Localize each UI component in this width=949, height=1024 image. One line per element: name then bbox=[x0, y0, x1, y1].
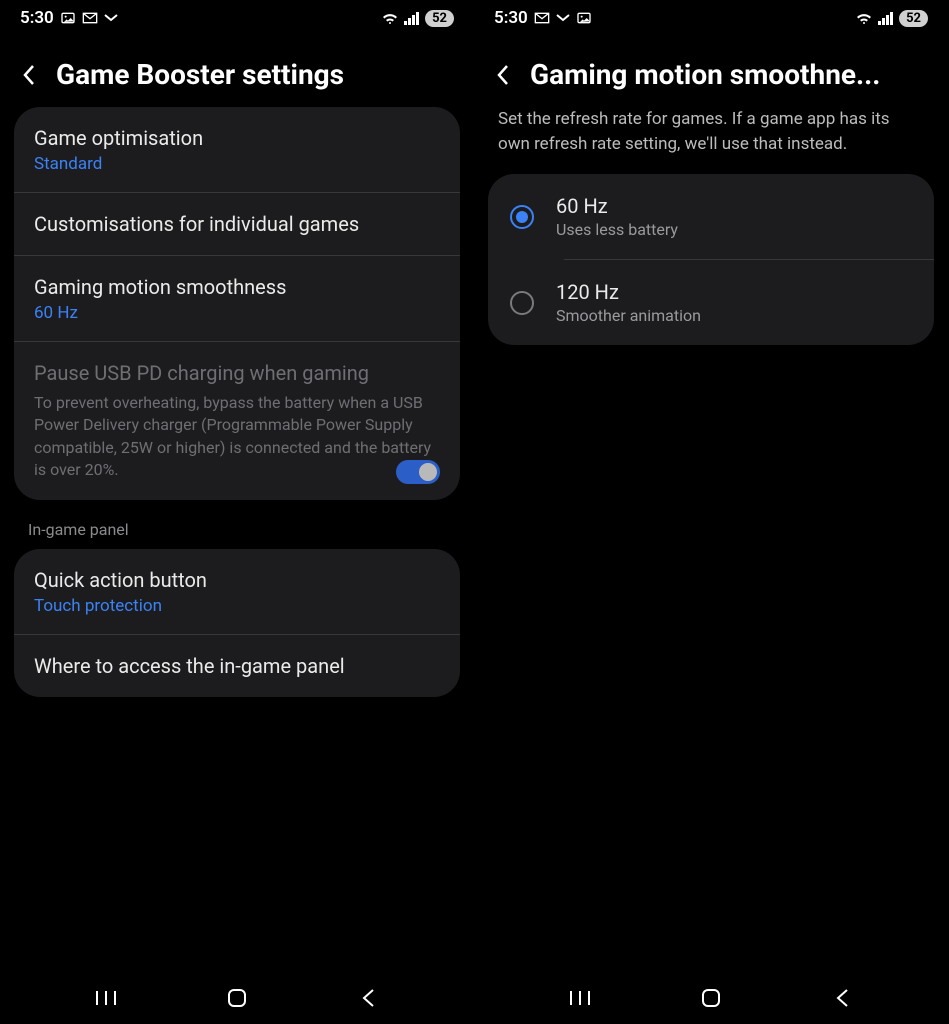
nav-home[interactable] bbox=[224, 985, 250, 1011]
radio-indicator[interactable] bbox=[510, 205, 534, 229]
row-quick-action[interactable]: Quick action button Touch protection bbox=[14, 549, 460, 635]
option-120hz[interactable]: 120 Hz Smoother animation bbox=[488, 260, 934, 345]
row-value: Touch protection bbox=[34, 596, 440, 616]
nav-bar bbox=[0, 976, 474, 1024]
page-description: Set the refresh rate for games. If a gam… bbox=[474, 107, 948, 174]
refresh-rate-card: 60 Hz Uses less battery 120 Hz Smoother … bbox=[488, 174, 934, 345]
radio-indicator[interactable] bbox=[510, 291, 534, 315]
page-header: Game Booster settings bbox=[0, 34, 474, 107]
status-time: 5:30 bbox=[20, 8, 54, 28]
status-bar: 5:30 52 bbox=[0, 0, 474, 34]
nav-back[interactable] bbox=[355, 985, 381, 1011]
more-icon bbox=[104, 14, 118, 22]
row-title: Quick action button bbox=[34, 567, 440, 593]
option-title: 60 Hz bbox=[556, 194, 678, 218]
signal-icon bbox=[404, 11, 420, 25]
back-button[interactable] bbox=[20, 66, 38, 84]
row-customisations[interactable]: Customisations for individual games bbox=[14, 193, 460, 256]
signal-icon bbox=[878, 11, 894, 25]
option-subtitle: Smoother animation bbox=[556, 306, 701, 325]
nav-back[interactable] bbox=[829, 985, 855, 1011]
row-where-access[interactable]: Where to access the in-game panel bbox=[14, 635, 460, 697]
row-title: Customisations for individual games bbox=[34, 211, 440, 237]
toggle-switch[interactable] bbox=[396, 460, 440, 484]
page-title: Gaming motion smoothne... bbox=[530, 58, 928, 91]
battery-indicator: 52 bbox=[899, 10, 928, 27]
page-title: Game Booster settings bbox=[56, 58, 454, 91]
settings-card-1: Game optimisation Standard Customisation… bbox=[14, 107, 460, 500]
phone-right: 5:30 52 Gaming motion smoothne... bbox=[474, 0, 948, 1024]
gmail-icon bbox=[82, 11, 98, 25]
page-header: Gaming motion smoothne... bbox=[474, 34, 948, 107]
image-icon bbox=[60, 10, 76, 26]
back-button[interactable] bbox=[494, 66, 512, 84]
row-title: Where to access the in-game panel bbox=[34, 653, 440, 679]
gmail-icon bbox=[534, 11, 550, 25]
row-title: Pause USB PD charging when gaming bbox=[34, 360, 440, 386]
more-icon bbox=[556, 14, 570, 22]
nav-recents[interactable] bbox=[567, 985, 593, 1011]
phone-left: 5:30 52 Game Booster settings bbox=[0, 0, 474, 1024]
section-label-ingame: In-game panel bbox=[0, 500, 474, 549]
battery-indicator: 52 bbox=[425, 10, 454, 27]
row-title: Game optimisation bbox=[34, 125, 440, 151]
row-description: To prevent overheating, bypass the batte… bbox=[34, 392, 440, 482]
row-value: Standard bbox=[34, 154, 440, 174]
image-icon bbox=[576, 10, 592, 26]
status-time: 5:30 bbox=[494, 8, 528, 28]
nav-home[interactable] bbox=[698, 985, 724, 1011]
nav-bar bbox=[474, 976, 948, 1024]
row-game-optimisation[interactable]: Game optimisation Standard bbox=[14, 107, 460, 193]
status-bar: 5:30 52 bbox=[474, 0, 948, 34]
settings-card-2: Quick action button Touch protection Whe… bbox=[14, 549, 460, 697]
nav-recents[interactable] bbox=[93, 985, 119, 1011]
row-motion-smoothness[interactable]: Gaming motion smoothness 60 Hz bbox=[14, 256, 460, 342]
wifi-icon bbox=[855, 11, 873, 25]
row-title: Gaming motion smoothness bbox=[34, 274, 440, 300]
option-title: 120 Hz bbox=[556, 280, 701, 304]
row-value: 60 Hz bbox=[34, 303, 440, 323]
option-60hz[interactable]: 60 Hz Uses less battery bbox=[488, 174, 934, 259]
wifi-icon bbox=[381, 11, 399, 25]
row-pause-usb-pd[interactable]: Pause USB PD charging when gaming To pre… bbox=[14, 342, 460, 500]
option-subtitle: Uses less battery bbox=[556, 220, 678, 239]
